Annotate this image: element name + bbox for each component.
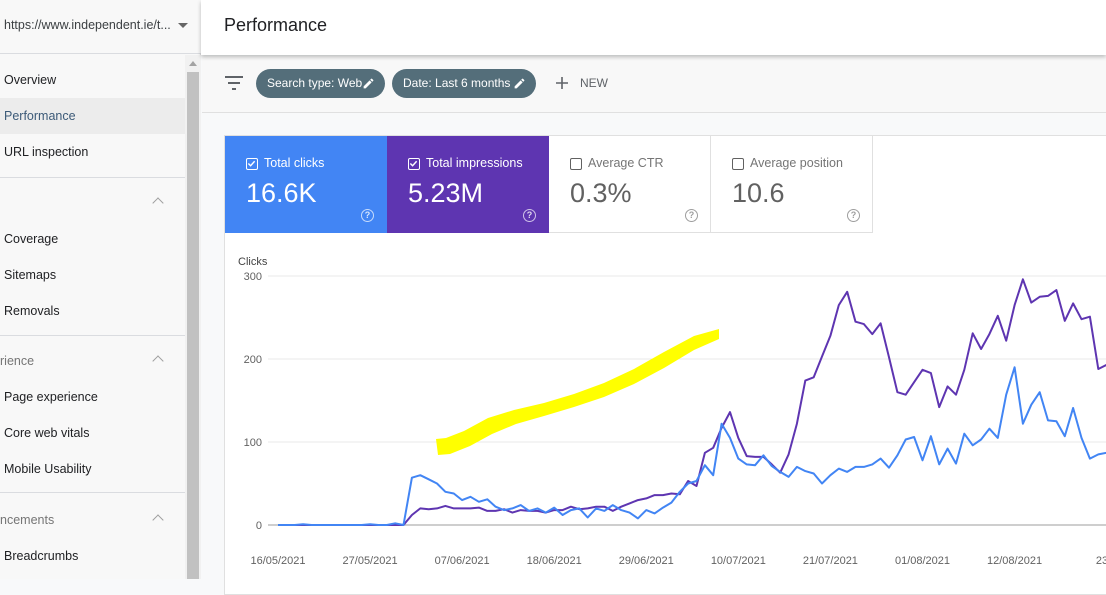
metric-label: Total clicks [264, 156, 324, 170]
dropdown-caret-icon [178, 23, 188, 28]
checkbox-unchecked-icon[interactable] [732, 158, 744, 170]
help-icon[interactable]: ? [685, 209, 698, 222]
nav-divider [0, 177, 185, 178]
metric-label: Average CTR [588, 156, 664, 170]
sidebar-scrollbar[interactable] [185, 55, 201, 579]
chip-label: Search type: Web [267, 76, 362, 90]
scrollbar-thumb[interactable] [187, 72, 199, 579]
x-tick-label: 27/05/2021 [343, 555, 398, 567]
edit-pencil-icon [362, 77, 375, 90]
metric-average-ctr[interactable]: Average CTR 0.3% ? [549, 136, 711, 233]
metric-total-impressions[interactable]: Total impressions 5.23M ? [387, 136, 549, 233]
filter-bar: Search type: Web Date: Last 6 months NEW [202, 56, 1106, 113]
help-icon[interactable]: ? [361, 209, 374, 222]
top-bar: Performance [201, 0, 1106, 55]
property-selector[interactable]: https://www.independent.ie/t... [0, 0, 201, 54]
section-enhancements-header[interactable]: ncements [0, 502, 185, 538]
x-tick-label: 16/05/2021 [250, 555, 305, 567]
chevron-up-icon [152, 355, 163, 366]
new-filter-label: NEW [580, 69, 608, 98]
metric-label: Total impressions [426, 156, 523, 170]
metric-value: 5.23M [408, 178, 483, 209]
property-url: https://www.independent.ie/t... [4, 18, 171, 32]
help-icon[interactable]: ? [523, 209, 536, 222]
sidebar-item-sitemaps[interactable]: Sitemaps [0, 257, 185, 293]
y-tick-label: 300 [244, 271, 262, 283]
chip-label: Date: Last 6 months [403, 76, 510, 90]
sidebar-item-breadcrumbs[interactable]: Breadcrumbs [0, 538, 185, 574]
help-icon[interactable]: ? [847, 209, 860, 222]
section-index-header[interactable] [0, 185, 185, 221]
sidebar-item-overview[interactable]: Overview [0, 62, 185, 98]
nav-divider [0, 335, 185, 336]
x-tick-label: 01/08/2021 [895, 555, 950, 567]
chevron-up-icon [152, 197, 163, 208]
sidebar-item-removals[interactable]: Removals [0, 293, 185, 329]
x-tick-label: 23/0 [1096, 555, 1106, 567]
sidebar-item-coverage[interactable]: Coverage [0, 221, 185, 257]
y-axis-title: Clicks [238, 256, 268, 268]
section-experience-header[interactable]: rience [0, 343, 185, 379]
y-tick-label: 200 [244, 354, 262, 366]
metric-label: Average position [750, 156, 843, 170]
chevron-up-icon [152, 514, 163, 525]
sidebar-nav: Overview Performance URL inspection Cove… [0, 55, 185, 579]
section-experience-label: rience [0, 354, 34, 368]
performance-chart: Clicks 0 100 200 300 16/05/2021 27/05/2021 07/0… [224, 250, 1106, 579]
edit-pencil-icon [513, 77, 526, 90]
checkbox-checked-icon[interactable] [408, 158, 420, 170]
scroll-up-arrow-icon[interactable] [189, 61, 197, 66]
sidebar-item-performance[interactable]: Performance [0, 98, 185, 134]
metric-value: 0.3% [570, 178, 632, 209]
metric-total-clicks[interactable]: Total clicks 16.6K ? [225, 136, 387, 233]
page-title: Performance [224, 15, 327, 36]
plus-icon [554, 75, 570, 91]
metric-average-position[interactable]: Average position 10.6 ? [711, 136, 873, 233]
filter-chip-search-type[interactable]: Search type: Web [256, 69, 385, 98]
sidebar-item-core-web-vitals[interactable]: Core web vitals [0, 415, 185, 451]
series-line-impressions [278, 279, 1106, 525]
x-tick-label: 12/08/2021 [987, 555, 1042, 567]
checkbox-unchecked-icon[interactable] [570, 158, 582, 170]
sidebar: https://www.independent.ie/t... Overview… [0, 0, 201, 579]
x-tick-label: 29/06/2021 [619, 555, 674, 567]
checkbox-checked-icon[interactable] [246, 158, 258, 170]
y-tick-label: 100 [244, 437, 262, 449]
sidebar-item-url-inspection[interactable]: URL inspection [0, 134, 185, 170]
x-tick-label: 07/06/2021 [435, 555, 490, 567]
filter-icon[interactable] [225, 76, 243, 90]
sidebar-item-page-experience[interactable]: Page experience [0, 379, 185, 415]
x-tick-label: 21/07/2021 [803, 555, 858, 567]
chart-svg: Clicks 0 100 200 300 16/05/2021 27/05/2021 07/0… [224, 250, 1106, 579]
x-tick-label: 10/07/2021 [711, 555, 766, 567]
metric-value: 16.6K [246, 178, 317, 209]
filter-chip-date[interactable]: Date: Last 6 months [392, 69, 536, 98]
series-line-clicks [278, 367, 1106, 525]
section-enhancements-label: ncements [0, 513, 54, 527]
metric-value: 10.6 [732, 178, 785, 209]
yellow-highlight-annotation [436, 329, 719, 455]
sidebar-item-mobile-usability[interactable]: Mobile Usability [0, 451, 185, 487]
nav-divider [0, 492, 185, 493]
y-tick-label: 0 [256, 520, 262, 532]
x-tick-label: 18/06/2021 [527, 555, 582, 567]
